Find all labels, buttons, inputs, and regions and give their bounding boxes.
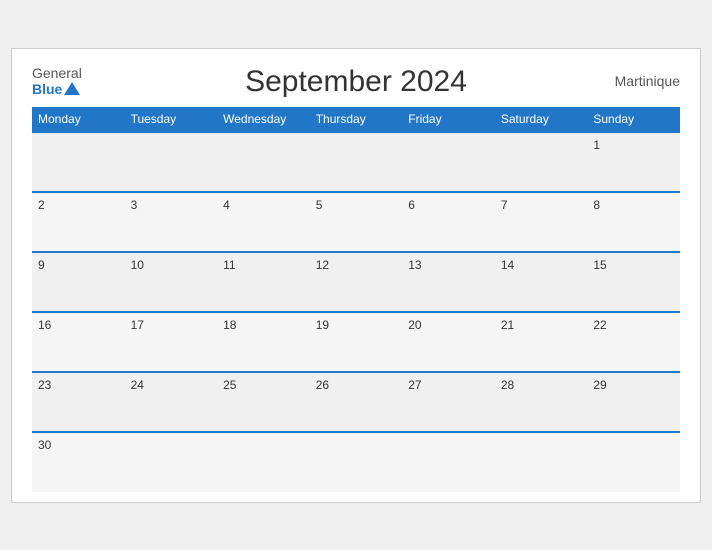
day-number: 10 xyxy=(131,258,144,272)
calendar-header: General Blue September 2024 Martinique xyxy=(32,65,680,97)
day-number: 15 xyxy=(593,258,606,272)
logo-triangle-icon xyxy=(64,82,80,95)
calendar-day-cell xyxy=(310,132,403,192)
calendar-day-cell: 6 xyxy=(402,192,495,252)
day-number: 21 xyxy=(501,318,514,332)
day-number: 17 xyxy=(131,318,144,332)
calendar-day-cell: 2 xyxy=(32,192,125,252)
calendar-day-cell: 7 xyxy=(495,192,588,252)
calendar-day-cell: 28 xyxy=(495,372,588,432)
day-number: 19 xyxy=(316,318,329,332)
calendar-body: 1234567891011121314151617181920212223242… xyxy=(32,132,680,492)
calendar-day-cell: 27 xyxy=(402,372,495,432)
calendar-day-cell xyxy=(125,432,218,492)
calendar-day-cell: 8 xyxy=(587,192,680,252)
day-number: 7 xyxy=(501,198,508,212)
calendar-day-cell: 10 xyxy=(125,252,218,312)
calendar-day-cell: 30 xyxy=(32,432,125,492)
calendar-day-cell: 1 xyxy=(587,132,680,192)
weekday-header-friday: Friday xyxy=(402,107,495,132)
calendar-day-cell xyxy=(32,132,125,192)
day-number: 23 xyxy=(38,378,51,392)
day-number: 20 xyxy=(408,318,421,332)
calendar-day-cell xyxy=(125,132,218,192)
day-number: 18 xyxy=(223,318,236,332)
calendar-day-cell: 16 xyxy=(32,312,125,372)
calendar-week-row: 30 xyxy=(32,432,680,492)
calendar-day-cell: 18 xyxy=(217,312,310,372)
day-number: 24 xyxy=(131,378,144,392)
calendar-day-cell xyxy=(402,132,495,192)
calendar-day-cell xyxy=(217,132,310,192)
calendar-table: MondayTuesdayWednesdayThursdayFridaySatu… xyxy=(32,107,680,492)
day-number: 5 xyxy=(316,198,323,212)
calendar-day-cell: 25 xyxy=(217,372,310,432)
logo: General Blue xyxy=(32,65,82,97)
calendar-day-cell: 13 xyxy=(402,252,495,312)
region-label: Martinique xyxy=(615,73,680,89)
day-number: 1 xyxy=(593,138,600,152)
calendar-week-row: 23 24 25 26 27 28 29 xyxy=(32,372,680,432)
day-number: 3 xyxy=(131,198,138,212)
weekday-header-wednesday: Wednesday xyxy=(217,107,310,132)
day-number: 27 xyxy=(408,378,421,392)
calendar-day-cell: 5 xyxy=(310,192,403,252)
calendar-day-cell xyxy=(495,432,588,492)
calendar-day-cell xyxy=(495,132,588,192)
day-number: 11 xyxy=(223,258,235,272)
calendar-day-cell: 22 xyxy=(587,312,680,372)
calendar-container: General Blue September 2024 Martinique M… xyxy=(11,48,701,503)
calendar-week-row: 2 3 4 5 6 7 8 xyxy=(32,192,680,252)
calendar-day-cell: 3 xyxy=(125,192,218,252)
month-title: September 2024 xyxy=(245,65,467,99)
day-number: 25 xyxy=(223,378,236,392)
calendar-day-cell: 26 xyxy=(310,372,403,432)
weekday-header-tuesday: Tuesday xyxy=(125,107,218,132)
calendar-day-cell: 4 xyxy=(217,192,310,252)
day-number: 22 xyxy=(593,318,606,332)
day-number: 6 xyxy=(408,198,415,212)
calendar-week-row: 9 10 11 12 13 14 15 xyxy=(32,252,680,312)
day-number: 13 xyxy=(408,258,421,272)
weekday-header-saturday: Saturday xyxy=(495,107,588,132)
weekday-header-thursday: Thursday xyxy=(310,107,403,132)
day-number: 8 xyxy=(593,198,600,212)
calendar-day-cell: 20 xyxy=(402,312,495,372)
calendar-day-cell: 17 xyxy=(125,312,218,372)
day-number: 4 xyxy=(223,198,230,212)
calendar-week-row: 1 xyxy=(32,132,680,192)
calendar-day-cell: 21 xyxy=(495,312,588,372)
calendar-day-cell: 29 xyxy=(587,372,680,432)
day-number: 14 xyxy=(501,258,514,272)
calendar-day-cell: 15 xyxy=(587,252,680,312)
logo-general-text: General xyxy=(32,65,82,81)
calendar-day-cell: 12 xyxy=(310,252,403,312)
day-number: 12 xyxy=(316,258,329,272)
calendar-day-cell: 19 xyxy=(310,312,403,372)
calendar-day-cell: 23 xyxy=(32,372,125,432)
calendar-header-row: MondayTuesdayWednesdayThursdayFridaySatu… xyxy=(32,107,680,132)
day-number: 2 xyxy=(38,198,45,212)
calendar-day-cell: 14 xyxy=(495,252,588,312)
day-number: 30 xyxy=(38,438,51,452)
calendar-day-cell xyxy=(310,432,403,492)
day-number: 28 xyxy=(501,378,514,392)
calendar-day-cell: 11 xyxy=(217,252,310,312)
day-number: 9 xyxy=(38,258,45,272)
day-number: 26 xyxy=(316,378,329,392)
calendar-day-cell xyxy=(402,432,495,492)
logo-blue-text: Blue xyxy=(32,81,62,97)
weekday-header-sunday: Sunday xyxy=(587,107,680,132)
calendar-day-cell: 24 xyxy=(125,372,218,432)
day-number: 16 xyxy=(38,318,51,332)
calendar-day-cell xyxy=(217,432,310,492)
calendar-day-cell: 9 xyxy=(32,252,125,312)
calendar-week-row: 16 17 18 19 20 21 22 xyxy=(32,312,680,372)
calendar-day-cell xyxy=(587,432,680,492)
day-number: 29 xyxy=(593,378,606,392)
weekday-header-monday: Monday xyxy=(32,107,125,132)
